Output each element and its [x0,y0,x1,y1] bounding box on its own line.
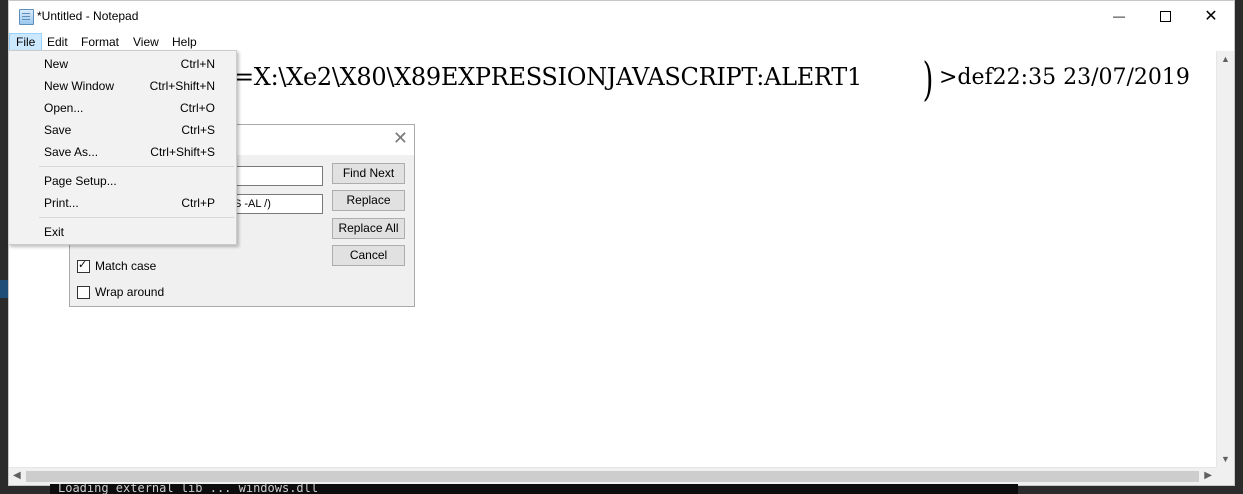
menu-item-label: Open... [44,101,84,115]
file-menu-new-window[interactable]: New Window Ctrl+Shift+N [10,75,235,97]
menu-item-shortcut: Ctrl+O [179,101,215,115]
scroll-up-icon[interactable]: ▲ [1217,54,1234,64]
file-menu-new[interactable]: New Ctrl+N [10,53,235,75]
replace-button[interactable]: Replace [332,190,405,211]
maximize-icon [1159,10,1171,22]
scroll-left-icon[interactable]: ◀ [13,470,21,481]
replace-with-input[interactable]: S -AL /) [230,194,323,214]
menu-separator [39,166,234,167]
menu-item-label: New [44,57,69,71]
scroll-down-icon[interactable]: ▼ [1217,454,1234,464]
menu-help[interactable]: Help [166,33,203,51]
scroll-right-icon[interactable]: ▶ [1204,470,1212,481]
editor-text-tail: >def22:35 23/07/2019 [939,65,1190,90]
editor-text: =X:\Xe2\X80\X89EXPRESSIONJAVASCRIPT:ALER… [234,63,862,91]
horizontal-scrollbar[interactable]: ◀ ▶ [9,467,1216,485]
file-menu-save[interactable]: Save Ctrl+S [10,119,235,141]
file-menu-open[interactable]: Open... Ctrl+O [10,97,235,119]
file-menu-page-setup[interactable]: Page Setup... [10,170,235,192]
file-menu-save-as[interactable]: Save As... Ctrl+Shift+S [10,141,235,163]
menu-bar: File Edit Format View Help [9,31,1234,51]
minimize-button[interactable]: — [1096,1,1142,31]
match-case-checkbox[interactable]: Match case [77,258,157,273]
menu-view[interactable]: View [127,33,165,51]
console-output: Loading external lib ... windows.dll [58,484,319,494]
menu-item-label: New Window [44,79,115,93]
console-window: Loading external lib ... windows.dll [50,484,1018,494]
close-icon: ✕ [1204,8,1218,25]
menu-item-shortcut: Ctrl+Shift+N [149,79,215,93]
replace-all-button[interactable]: Replace All [332,218,405,239]
menu-item-shortcut: Ctrl+N [180,57,215,71]
menu-separator [39,217,234,218]
file-menu-dropdown: New Ctrl+N New Window Ctrl+Shift+N Open.… [8,50,237,245]
menu-item-shortcut: Ctrl+S [181,123,215,137]
menu-item-label: Page Setup... [44,174,117,188]
scrollbar-corner [1216,467,1234,485]
dialog-close-icon[interactable]: ✕ [393,128,408,149]
menu-item-shortcut: Ctrl+P [181,196,215,210]
minimize-icon: — [1113,9,1125,23]
close-button[interactable]: ✕ [1188,1,1234,31]
match-case-label: Match case [95,259,157,273]
vertical-scrollbar[interactable]: ▲ ▼ [1216,51,1234,467]
menu-edit[interactable]: Edit [41,33,74,51]
file-menu-exit[interactable]: Exit [10,221,235,243]
editor-paren: ) [922,52,934,106]
background-window-edge [0,280,8,298]
wrap-around-checkbox[interactable]: Wrap around [77,285,164,299]
title-bar[interactable]: *Untitled - Notepad — ✕ [9,1,1234,31]
checkmark-icon [77,258,90,273]
find-next-button[interactable]: Find Next [332,163,405,184]
menu-item-label: Save [44,123,72,137]
wrap-around-label: Wrap around [95,285,165,299]
menu-item-shortcut: Ctrl+Shift+S [150,145,215,159]
maximize-button[interactable] [1142,1,1188,31]
checkbox-empty-icon [77,285,90,299]
find-what-input[interactable] [230,166,323,186]
notepad-icon [19,9,34,25]
cancel-button[interactable]: Cancel [332,245,405,266]
file-menu-print[interactable]: Print... Ctrl+P [10,192,235,214]
menu-file[interactable]: File [9,33,43,51]
menu-item-label: Save As... [44,145,99,159]
horizontal-scroll-thumb[interactable] [26,471,1199,482]
menu-item-label: Print... [44,196,79,210]
menu-item-label: Exit [44,225,65,239]
window-title: *Untitled - Notepad [37,9,139,23]
menu-format[interactable]: Format [75,33,125,51]
